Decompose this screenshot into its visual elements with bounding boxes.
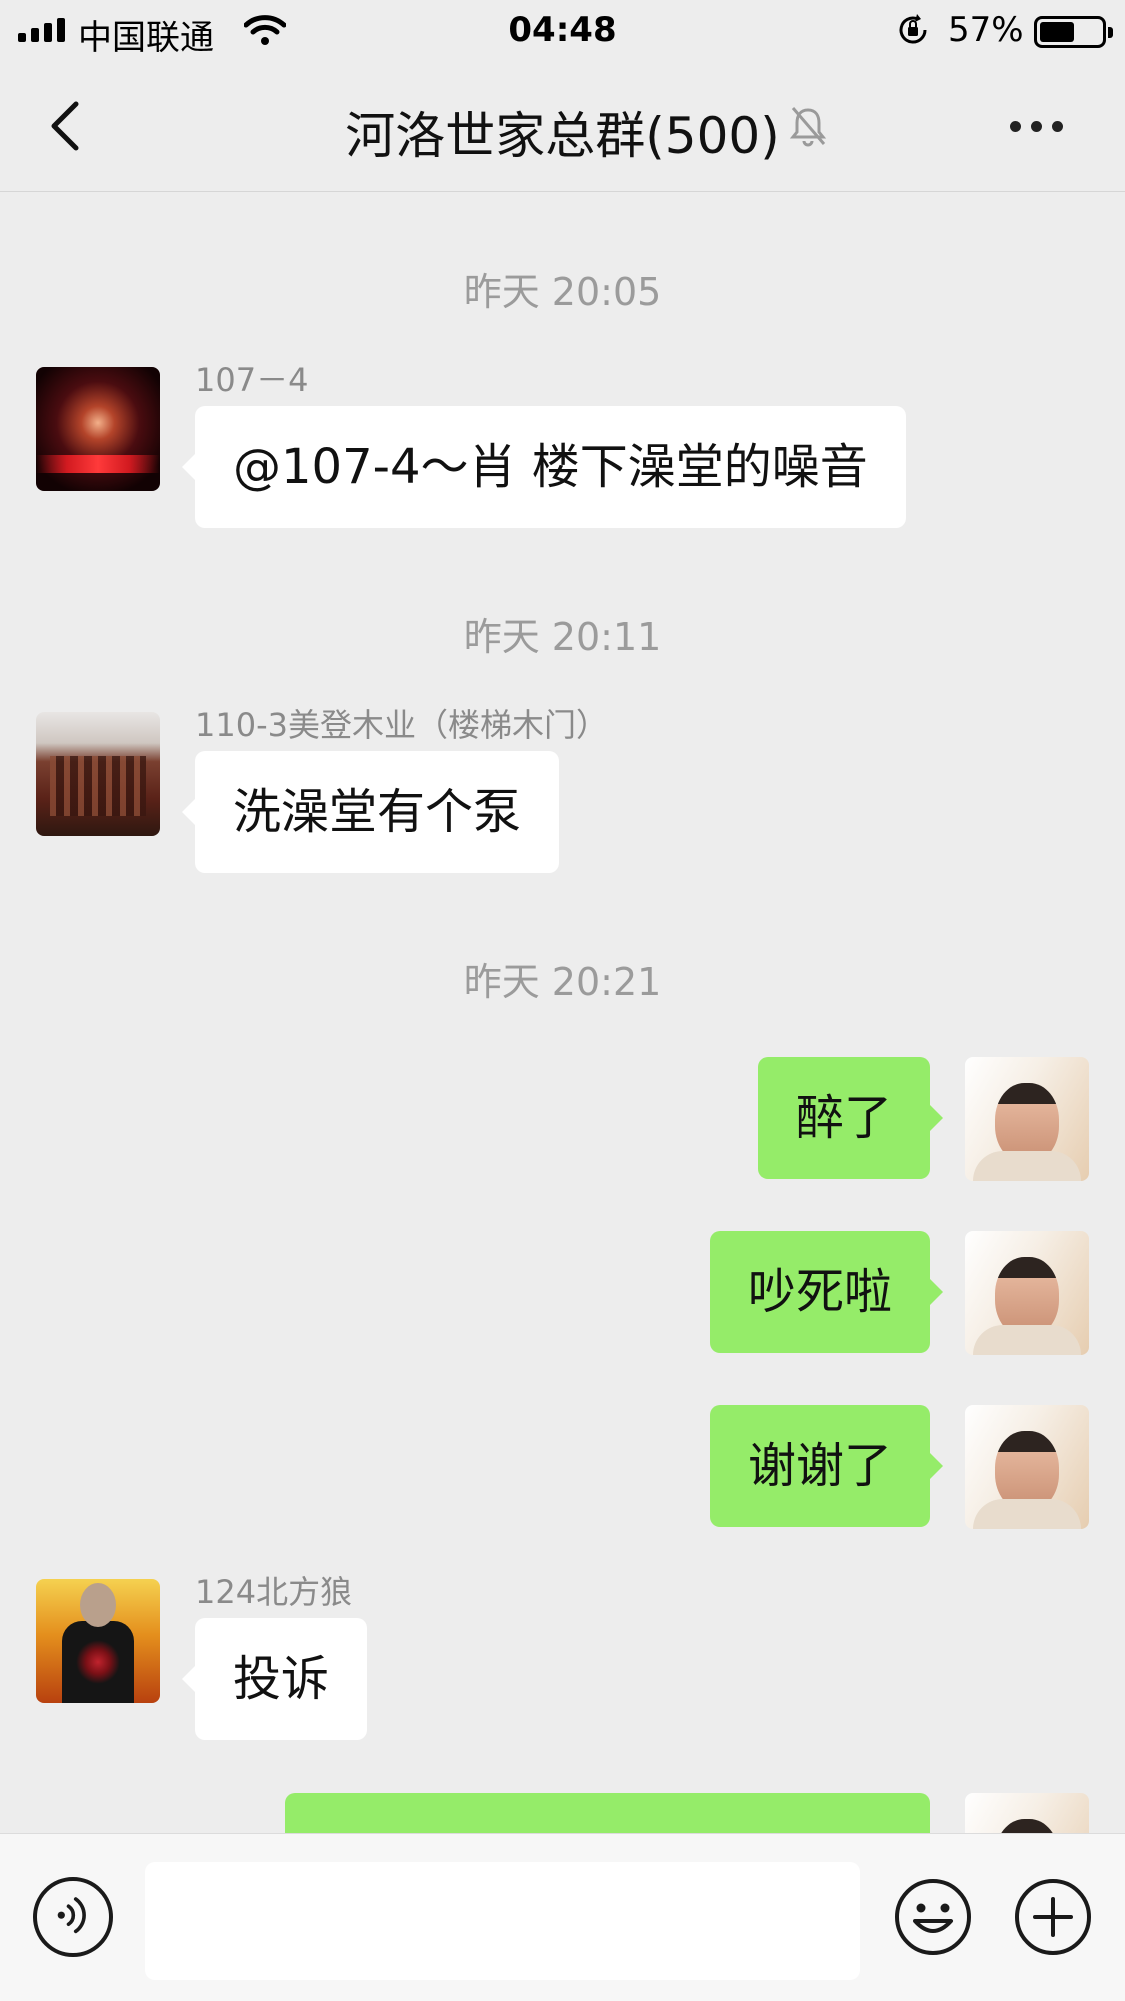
avatar[interactable] bbox=[965, 1793, 1089, 1833]
timestamp: 昨天 20:11 bbox=[463, 615, 662, 659]
outgoing-message[interactable]: 醉了 bbox=[757, 1057, 944, 1179]
plus-icon[interactable] bbox=[1013, 1877, 1093, 1957]
sender-name: 124北方狼 bbox=[195, 1573, 353, 1611]
rotation-lock-icon bbox=[899, 14, 927, 44]
incoming-message[interactable]: 投诉 bbox=[181, 1618, 368, 1740]
incoming-message[interactable]: 洗澡堂有个泵 bbox=[181, 751, 560, 873]
avatar[interactable] bbox=[36, 1579, 160, 1703]
avatar[interactable] bbox=[965, 1405, 1089, 1529]
status-bar: 中国联通 04:48 57% bbox=[0, 0, 1125, 62]
emoji-icon[interactable] bbox=[893, 1877, 973, 1957]
mute-bell-icon bbox=[789, 107, 827, 147]
sender-name: 110-3美登木业（楼梯木门） bbox=[195, 706, 608, 744]
avatar[interactable] bbox=[965, 1057, 1089, 1181]
message-input[interactable] bbox=[145, 1862, 860, 1980]
timestamp: 昨天 20:21 bbox=[463, 960, 662, 1004]
battery-percent: 57% bbox=[948, 10, 1024, 50]
sender-name: 107－4 bbox=[195, 361, 309, 399]
more-button[interactable] bbox=[1010, 114, 1070, 138]
outgoing-message[interactable]: 吵死啦 bbox=[709, 1231, 944, 1353]
chat-title-container[interactable]: 河洛世家总群(500) bbox=[0, 96, 1125, 168]
input-bar bbox=[0, 1833, 1125, 2001]
avatar[interactable] bbox=[965, 1231, 1089, 1355]
more-icon bbox=[1010, 120, 1021, 132]
battery-icon bbox=[1034, 16, 1113, 48]
message-list[interactable]: 昨天 20:05 107－4 @107-4～肖 楼下澡堂的噪音 昨天 20:11… bbox=[0, 193, 1125, 1833]
chat-title: 河洛世家总群(500) bbox=[345, 107, 780, 165]
incoming-message[interactable]: @107-4～肖 楼下澡堂的噪音 bbox=[182, 406, 906, 528]
outgoing-message[interactable]: 谢谢了 bbox=[709, 1405, 944, 1527]
voice-icon[interactable] bbox=[33, 1877, 113, 1957]
chat-header: 河洛世家总群(500) bbox=[0, 62, 1125, 192]
outgoing-message-partial[interactable] bbox=[285, 1793, 930, 1833]
timestamp: 昨天 20:05 bbox=[463, 270, 662, 314]
avatar[interactable] bbox=[36, 367, 160, 491]
avatar[interactable] bbox=[36, 712, 160, 836]
